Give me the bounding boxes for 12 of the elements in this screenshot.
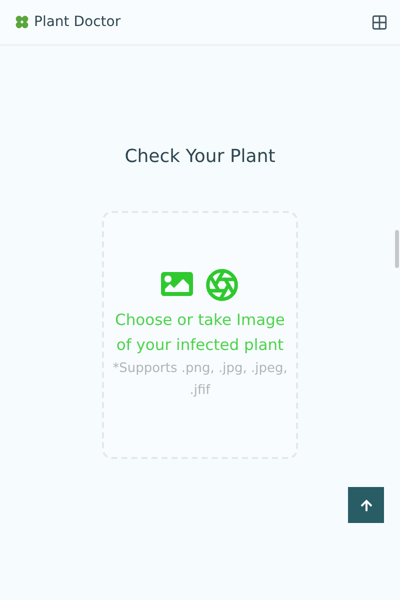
upload-area[interactable]: Choose or take Image of your infected plant *Supports .png, .jpg, .jpeg, .jfif — [102, 211, 298, 459]
clover-icon — [14, 14, 30, 30]
back-to-top-button[interactable] — [348, 487, 384, 523]
app-title: Plant Doctor — [34, 14, 121, 30]
camera-shutter-icon[interactable] — [205, 268, 239, 302]
arrow-up-icon — [360, 498, 372, 512]
page-heading: Check Your Plant — [124, 146, 276, 167]
grid-menu-icon[interactable] — [371, 14, 388, 30]
upload-prompt: Choose or take Image — [115, 310, 285, 331]
scrollbar-thumb[interactable] — [395, 230, 399, 268]
upload-prompt: of your infected plant — [116, 335, 284, 356]
format-hint: *Supports .png, .jpg, .jpeg, .jfif — [112, 360, 288, 400]
